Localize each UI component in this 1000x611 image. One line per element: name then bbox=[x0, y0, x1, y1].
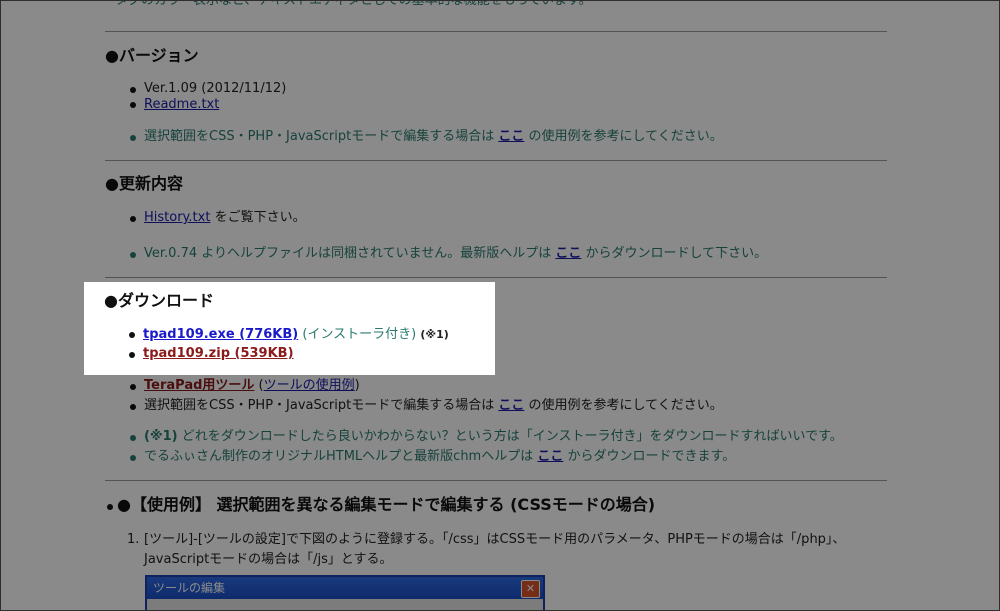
history-text: をご覧下さい。 bbox=[214, 210, 306, 225]
installer-note: (インストーラ付き) bbox=[302, 327, 417, 342]
html-help-note: でるふぃさん制作のオリジナルHTMLヘルプと最新版chmヘルプは ここ からダウ… bbox=[144, 449, 735, 465]
bullet bbox=[130, 87, 136, 93]
tool-line: TeraPad用ツール (ツールの使用例) bbox=[144, 378, 360, 394]
download-heading: ●ダウンロード bbox=[104, 291, 214, 310]
bullet bbox=[130, 135, 136, 141]
which-download-text: どれをダウンロードしたら良いかわからない？という方は「インストーラ付き」をダウン… bbox=[181, 429, 843, 444]
version-number: Ver.1.09 (2012/11/12) bbox=[144, 81, 287, 96]
download-css-example-link[interactable]: ここ bbox=[498, 398, 524, 413]
zip-line: tpad109.zip (539KB) bbox=[143, 346, 294, 362]
html-help-text: でるふぃさん制作のオリジナルHTMLヘルプと最新版chmヘルプは bbox=[144, 449, 534, 464]
paren: ) bbox=[354, 378, 360, 393]
bullet bbox=[130, 384, 136, 390]
bullet bbox=[130, 252, 136, 258]
note-mark: (※1) bbox=[144, 429, 178, 444]
bullet bbox=[130, 102, 136, 108]
step-text-line2: JavaScriptモードの場合は「/js」とする。 bbox=[144, 552, 393, 567]
tool-edit-dialog-screenshot: ツールの編集 ✕ bbox=[145, 575, 545, 610]
download-note-text-end: の使用例を参考にしてください。 bbox=[528, 398, 723, 413]
which-download-note: (※1) どれをダウンロードしたら良いかわからない？という方は「インストーラ付き… bbox=[144, 429, 843, 445]
version-note-text: 選択範囲をCSS・PHP・JavaScriptモードで編集する場合は bbox=[144, 129, 495, 144]
help-note-text-end: からダウンロードして下さい。 bbox=[585, 246, 768, 261]
dialog-title: ツールの編集 bbox=[147, 577, 543, 599]
history-link[interactable]: History.txt bbox=[144, 210, 210, 225]
exe-line: tpad109.exe (776KB) (インストーラ付き) (※1) bbox=[143, 327, 449, 343]
divider bbox=[105, 277, 887, 278]
note-mark: (※1) bbox=[420, 328, 449, 341]
bullet bbox=[130, 216, 136, 222]
download-note-text: 選択範囲をCSS・PHP・JavaScriptモードで編集する場合は bbox=[144, 398, 495, 413]
html-help-link[interactable]: ここ bbox=[537, 449, 563, 464]
bullet bbox=[130, 404, 136, 410]
bullet bbox=[130, 455, 136, 461]
tool-usage-link[interactable]: ツールの使用例 bbox=[264, 378, 355, 393]
changes-heading: ●更新内容 bbox=[105, 174, 183, 193]
bullet bbox=[129, 332, 135, 338]
download-note: 選択範囲をCSS・PHP・JavaScriptモードで編集する場合は ここ の使… bbox=[144, 398, 723, 414]
intro-text: タグのカラー表示など、テキストエディタとしての基本的な機能をもっています。 bbox=[115, 0, 592, 8]
step-number: 1. bbox=[127, 532, 140, 547]
readme-link[interactable]: Readme.txt bbox=[144, 97, 219, 113]
terapad-tool-link[interactable]: TeraPad用ツール bbox=[144, 378, 254, 393]
bullet bbox=[130, 435, 136, 441]
exe-download-link[interactable]: tpad109.exe (776KB) bbox=[143, 327, 298, 342]
divider bbox=[105, 31, 887, 32]
html-help-text-end: からダウンロードできます。 bbox=[567, 449, 736, 464]
css-example-link[interactable]: ここ bbox=[498, 129, 524, 144]
divider bbox=[105, 160, 887, 161]
zip-download-link[interactable]: tpad109.zip (539KB) bbox=[143, 346, 294, 361]
download-spotlight: ●ダウンロード tpad109.exe (776KB) (インストーラ付き) (… bbox=[84, 282, 495, 375]
version-heading: ●バージョン bbox=[105, 46, 199, 65]
divider bbox=[105, 480, 887, 481]
step-text-line1: [ツール]-[ツールの設定]で下図のように登録する。「/css」はCSSモード用… bbox=[144, 532, 846, 547]
help-note: Ver.0.74 よりヘルプファイルは同梱されていません。最新版ヘルプは ここ … bbox=[144, 246, 767, 262]
help-download-link[interactable]: ここ bbox=[555, 246, 581, 261]
version-note-text-end: の使用例を参考にしてください。 bbox=[528, 129, 723, 144]
history-line: History.txt をご覧下さい。 bbox=[144, 210, 306, 226]
bullet bbox=[129, 352, 135, 358]
close-icon: ✕ bbox=[521, 580, 540, 598]
help-note-text: Ver.0.74 よりヘルプファイルは同梱されていません。最新版ヘルプは bbox=[144, 246, 552, 261]
bullet bbox=[107, 504, 113, 510]
example-heading: ●【使用例】 選択範囲を異なる編集モードで編集する (CSSモードの場合) bbox=[117, 495, 656, 514]
version-note: 選択範囲をCSS・PHP・JavaScriptモードで編集する場合は ここ の使… bbox=[144, 129, 723, 145]
